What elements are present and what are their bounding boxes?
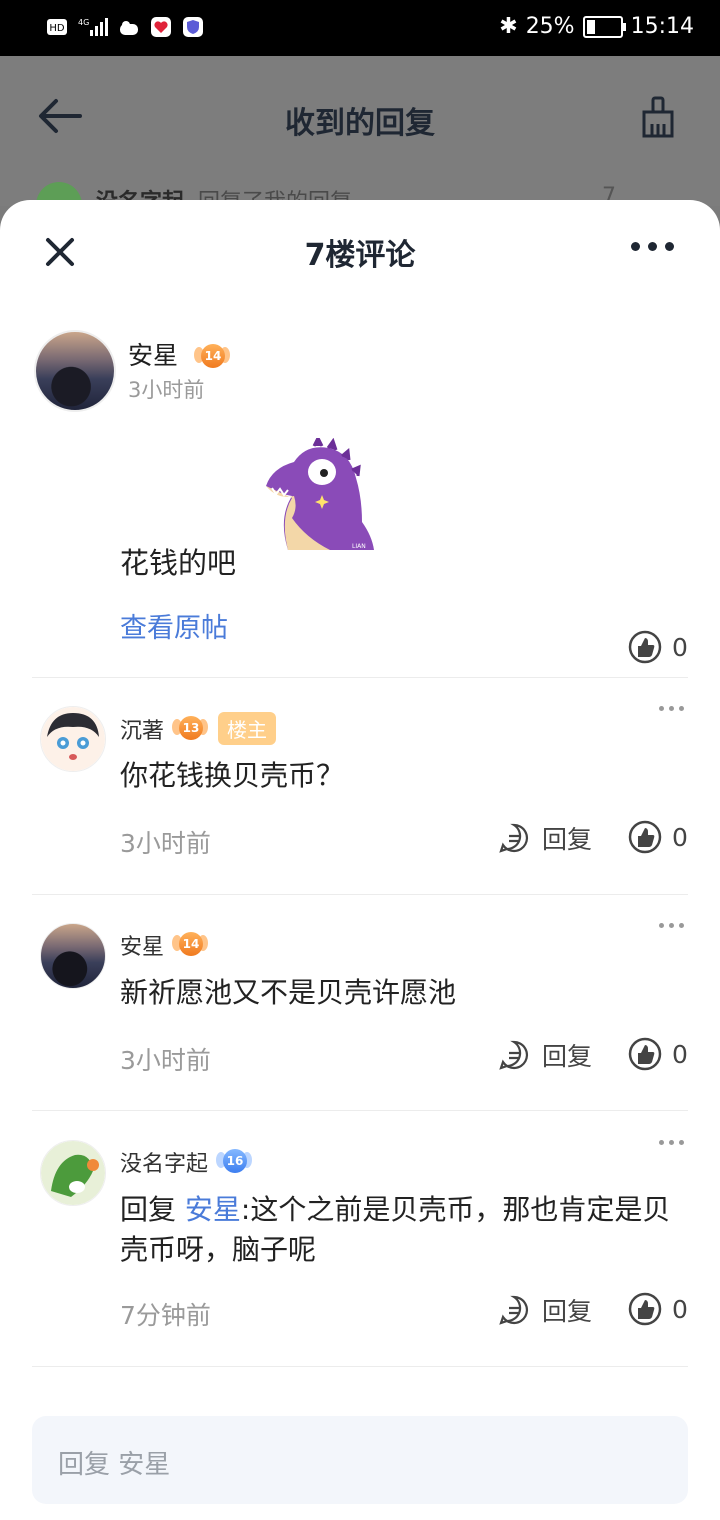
reply-input-placeholder: 回复 安星 — [58, 1450, 171, 1480]
like-count: 0 — [672, 632, 688, 662]
avatar[interactable] — [34, 330, 116, 412]
comment-author-row: 安星 14 — [120, 929, 209, 961]
comment-time: 3小时前 — [120, 1046, 211, 1075]
comment-author-row: 沉著 13 楼主 — [120, 712, 277, 745]
comment-text: 回复 安星:这个之前是贝壳币，那也肯定是贝壳币呀，脑子呢 — [120, 1193, 671, 1266]
background-page-title: 收到的回复 — [285, 106, 435, 141]
divider — [32, 1366, 688, 1367]
status-bar: HD 4G ✱ 25% 15:14 — [0, 0, 720, 56]
reply-bubble-icon — [499, 1040, 529, 1070]
level-badge: 13 — [172, 713, 209, 745]
comment-time: 3小时前 — [120, 829, 211, 858]
owner-tag: 楼主 — [218, 712, 277, 745]
comment-author[interactable]: 安星 — [120, 929, 164, 961]
comment-sheet: 7楼评论 安星 14 3小时前 LIAN 花钱的吧 查看原帖 0 沉著 13 楼… — [0, 200, 720, 1520]
comment-more-icon[interactable] — [659, 923, 684, 928]
hd-icon: HD — [47, 19, 67, 35]
sheet-title: 7楼评论 — [304, 238, 416, 273]
like-button[interactable]: 0 — [628, 630, 688, 664]
thumbs-up-icon — [628, 630, 662, 664]
comment-more-icon[interactable] — [659, 1140, 684, 1145]
mention-link[interactable]: 安星 — [185, 1193, 241, 1226]
like-button[interactable]: 0 — [628, 820, 688, 854]
level-badge: 14 — [172, 929, 209, 961]
level-badge: 16 — [216, 1146, 253, 1178]
avatar[interactable] — [40, 706, 106, 772]
bluetooth-icon: ✱ — [499, 14, 518, 39]
divider — [32, 894, 688, 895]
divider — [32, 1110, 688, 1111]
battery-fill — [586, 19, 595, 34]
avatar[interactable] — [40, 923, 106, 989]
like-count: 0 — [672, 1294, 688, 1324]
like-button[interactable]: 0 — [628, 1037, 688, 1071]
comment-time: 7分钟前 — [120, 1301, 211, 1330]
view-original-link[interactable]: 查看原帖 — [120, 606, 228, 645]
cloud-icon — [120, 21, 138, 35]
reply-prefix: 回复 — [120, 1193, 185, 1226]
reply-bubble-icon — [499, 823, 529, 853]
sticker-caption: LIAN — [352, 543, 366, 550]
status-right: ✱ 25% 15:14 — [499, 14, 694, 39]
dinosaur-sticker-icon: LIAN — [266, 438, 374, 550]
comment-item: 沉著 13 楼主 你花钱换贝壳币？ 3小时前 回复 0 — [0, 706, 720, 922]
battery-icon — [582, 15, 626, 38]
post-author-row: 安星 14 — [128, 336, 230, 373]
status-icons: HD 4G — [46, 16, 204, 38]
reply-label: 回复 — [542, 825, 593, 854]
reply-label: 回复 — [542, 1297, 593, 1326]
heart-app-icon — [151, 17, 171, 37]
like-button[interactable]: 0 — [628, 1292, 688, 1326]
thumbs-up-icon — [628, 1292, 662, 1326]
comment-text: 你花钱换贝壳币？ — [120, 759, 345, 792]
broom-icon[interactable] — [640, 96, 676, 138]
comment-text: 新祈愿池又不是贝壳许愿池 — [120, 976, 457, 1009]
post-time: 3小时前 — [128, 378, 205, 402]
thumbs-up-icon — [628, 1037, 662, 1071]
battery-percent: 25% — [525, 14, 575, 39]
comment-author[interactable]: 没名字起 — [120, 1146, 208, 1178]
divider — [32, 677, 688, 678]
more-options-icon[interactable] — [631, 242, 674, 251]
thumbs-up-icon — [628, 820, 662, 854]
comment-more-icon[interactable] — [659, 706, 684, 711]
reply-button[interactable]: 回复 — [498, 820, 592, 856]
level-badge: 14 — [193, 341, 230, 373]
shield-app-icon — [183, 17, 203, 37]
reply-label: 回复 — [542, 1042, 593, 1071]
like-count: 0 — [672, 1039, 688, 1069]
signal-4g-icon: 4G — [78, 18, 108, 36]
clock: 15:14 — [630, 14, 694, 39]
comment-author-row: 没名字起 16 — [120, 1146, 253, 1178]
reply-bubble-icon — [499, 1295, 529, 1325]
svg-text:4G: 4G — [78, 18, 89, 27]
reply-button[interactable]: 回复 — [498, 1292, 592, 1328]
avatar[interactable] — [40, 1140, 106, 1206]
comment-author[interactable]: 沉著 — [120, 713, 164, 745]
comment-item: 安星 14 新祈愿池又不是贝壳许愿池 3小时前 回复 0 — [0, 923, 720, 1139]
post-author[interactable]: 安星 — [128, 341, 178, 370]
post-text: 花钱的吧 — [120, 546, 237, 580]
reply-input[interactable]: 回复 安星 — [32, 1416, 688, 1504]
like-count: 0 — [672, 822, 688, 852]
reply-button[interactable]: 回复 — [498, 1037, 592, 1073]
main-post: 安星 14 3小时前 LIAN 花钱的吧 查看原帖 0 — [0, 330, 720, 676]
svg-text:HD: HD — [49, 23, 65, 34]
comment-item: 没名字起 16 回复 安星:这个之前是贝壳币，那也肯定是贝壳币呀，脑子呢 7分钟… — [0, 1140, 720, 1370]
background-page-header: 收到的回复 没名字起 回复了我的回复 7分钟前 — [0, 56, 720, 304]
